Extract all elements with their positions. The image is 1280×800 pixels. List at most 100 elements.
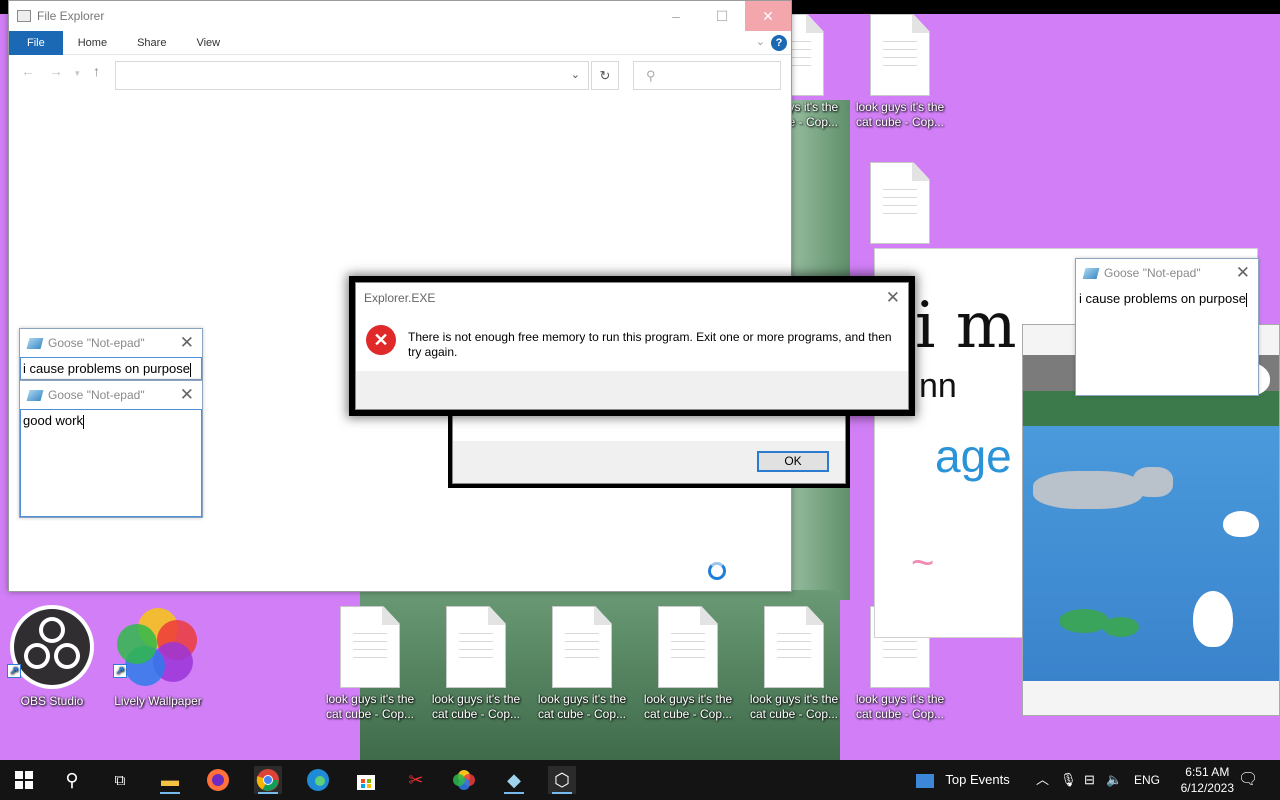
maximize-button[interactable]: ☐ <box>699 1 745 31</box>
tab-file[interactable]: File <box>9 30 63 55</box>
shortcut-arrow-icon: ↗ <box>113 664 127 678</box>
address-bar[interactable]: ⌄ <box>115 61 589 90</box>
news-widget[interactable]: Top Events <box>916 760 1010 800</box>
forward-arrow-icon[interactable]: → <box>49 63 63 79</box>
desktop-file-label: look guys it's the cat cube - Cop... <box>855 692 945 721</box>
close-icon[interactable]: ✕ <box>1236 263 1250 283</box>
navigation-bar: ← → ▾ ↑ ⌄ ↻ ⚲ <box>9 55 791 95</box>
explorer-title: File Explorer <box>37 9 105 23</box>
text-caret <box>1245 292 1247 307</box>
lively-wallpaper-label: Lively Wallpaper <box>114 694 202 708</box>
scribble-text: i m <box>915 289 1017 363</box>
edge-icon[interactable] <box>304 766 332 794</box>
chevron-down-icon[interactable]: ⌄ <box>571 68 580 81</box>
language-indicator[interactable]: ENG <box>1134 760 1160 800</box>
text-file-icon <box>764 606 824 688</box>
microphone-icon[interactable]: 🎙 <box>1060 760 1077 800</box>
notepad-text: good work <box>23 413 83 428</box>
close-icon[interactable]: ✕ <box>886 283 900 313</box>
show-hidden-icons-chevron-icon[interactable]: ︿ <box>1036 760 1049 800</box>
error-dialog[interactable]: Explorer.EXE ✕ ✕ There is not enough fre… <box>355 282 909 410</box>
expand-ribbon-chevron-icon[interactable]: ⌄ <box>756 35 765 48</box>
notepad-text-area[interactable]: good work <box>20 409 202 517</box>
lively-wallpaper-shortcut[interactable]: ↗ Lively Wallpaper <box>108 604 208 709</box>
recent-locations-chevron-icon[interactable]: ▾ <box>75 68 80 79</box>
notepad-title: Goose "Not-epad" <box>48 388 145 402</box>
text-caret <box>82 414 84 429</box>
microsoft-store-icon[interactable] <box>352 766 380 794</box>
text-file-icon <box>658 606 718 688</box>
dialog-body: ✕ There is not enough free memory to run… <box>356 313 908 372</box>
desktop-file-icon[interactable] <box>850 162 950 244</box>
obs-studio-label: OBS Studio <box>20 694 84 708</box>
goose <box>1193 591 1233 647</box>
network-icon[interactable]: ⊟ <box>1084 760 1095 800</box>
search-icon[interactable]: ⚲ <box>58 766 86 794</box>
notepad-icon[interactable]: ◆ <box>500 766 528 794</box>
up-arrow-icon[interactable]: ↑ <box>93 63 100 79</box>
dialog-title: Explorer.EXE <box>364 291 436 305</box>
lively-wallpaper-icon: ↗ <box>113 604 201 690</box>
ok-button[interactable]: OK <box>757 451 829 472</box>
taskbar: ⚲ ⧉ ▬ ✂ ◆ ⬡ Top Events ︿ 🎙 ⊟ 🔈 ENG 6:51 … <box>0 760 1280 800</box>
goose-notepad-window[interactable]: Goose "Not-epad" ✕ i cause problems on p… <box>1075 258 1259 396</box>
close-button[interactable]: ✕ <box>745 1 791 31</box>
desktop-file-label: look guys it's the cat cube - Cop... <box>855 100 945 129</box>
notepad-title: Goose "Not-epad" <box>1104 266 1201 280</box>
help-icon[interactable]: ? <box>771 35 787 51</box>
pond-scene <box>1023 391 1279 681</box>
notepad-titlebar[interactable]: Goose "Not-epad" ✕ <box>20 381 202 409</box>
goose-notepad-window[interactable]: Goose "Not-epad" ✕ i cause problems on p… <box>19 328 203 380</box>
notepad-text-area[interactable]: i cause problems on purpose <box>20 357 202 379</box>
text-caret <box>189 362 191 377</box>
close-icon[interactable]: ✕ <box>180 333 194 353</box>
file-explorer-icon[interactable]: ▬ <box>156 766 184 794</box>
desktop-file-icon[interactable]: look guys it's the cat cube - Cop... <box>850 14 950 130</box>
error-icon: ✕ <box>366 325 396 355</box>
volume-icon[interactable]: 🔈 <box>1106 760 1122 800</box>
close-icon[interactable]: ✕ <box>180 385 194 405</box>
clock-time: 6:51 AM <box>1185 765 1230 779</box>
search-box[interactable]: ⚲ <box>633 61 781 90</box>
desktop-file-label: look guys it's the cat cube - Cop... <box>537 692 627 721</box>
ribbon-tabs: File Home Share View <box>9 30 791 55</box>
lively-wallpaper-icon[interactable] <box>450 766 478 794</box>
notepad-icon <box>1082 267 1100 279</box>
snipping-tool-icon[interactable]: ✂ <box>402 766 430 794</box>
text-file-icon <box>446 606 506 688</box>
task-view-icon[interactable]: ⧉ <box>106 766 134 794</box>
news-icon <box>916 773 934 788</box>
obs-icon: ↗ <box>7 604 95 690</box>
dialog-titlebar[interactable]: Explorer.EXE ✕ <box>356 283 908 313</box>
desktop-file-icon[interactable]: look guys it's the cat cube - Cop... <box>744 606 844 722</box>
notepad-text-area[interactable]: i cause problems on purpose <box>1076 287 1258 395</box>
firefox-icon[interactable] <box>204 766 232 794</box>
obs-studio-shortcut[interactable]: ↗ OBS Studio <box>2 604 102 709</box>
goose-notepad-window[interactable]: Goose "Not-epad" ✕ good work <box>19 380 203 518</box>
tab-share[interactable]: Share <box>122 37 181 49</box>
error-message: There is not enough free memory to run t… <box>408 330 892 359</box>
text-file-icon <box>340 606 400 688</box>
notepad-titlebar[interactable]: Goose "Not-epad" ✕ <box>1076 259 1258 287</box>
tab-view[interactable]: View <box>181 37 235 49</box>
chrome-icon[interactable] <box>254 766 282 794</box>
back-arrow-icon[interactable]: ← <box>21 63 35 79</box>
scribble-text: ~ <box>911 541 935 585</box>
clock[interactable]: 6:51 AM 6/12/2023 <box>1181 764 1234 796</box>
desktop-file-icon[interactable]: look guys it's the cat cube - Cop... <box>638 606 738 722</box>
refresh-icon[interactable]: ↻ <box>591 61 619 90</box>
desktop-file-label: look guys it's the cat cube - Cop... <box>749 692 839 721</box>
minimize-button[interactable]: – <box>653 1 699 31</box>
tab-home[interactable]: Home <box>63 37 122 49</box>
news-widget-label: Top Events <box>945 772 1010 787</box>
windows-start-icon[interactable] <box>10 766 38 794</box>
desktop-file-icon[interactable]: look guys it's the cat cube - Cop... <box>320 606 420 722</box>
desktop-file-icon[interactable]: look guys it's the cat cube - Cop... <box>532 606 632 722</box>
notepad-icon <box>26 337 44 349</box>
goose-app-icon[interactable]: ⬡ <box>548 766 576 794</box>
desktop-file-icon[interactable]: look guys it's the cat cube - Cop... <box>426 606 526 722</box>
desktop-file-label: look guys it's the cat cube - Cop... <box>643 692 733 721</box>
search-icon: ⚲ <box>646 68 656 83</box>
notification-icon[interactable]: 🗨 <box>1238 760 1258 800</box>
notepad-titlebar[interactable]: Goose "Not-epad" ✕ <box>20 329 202 357</box>
